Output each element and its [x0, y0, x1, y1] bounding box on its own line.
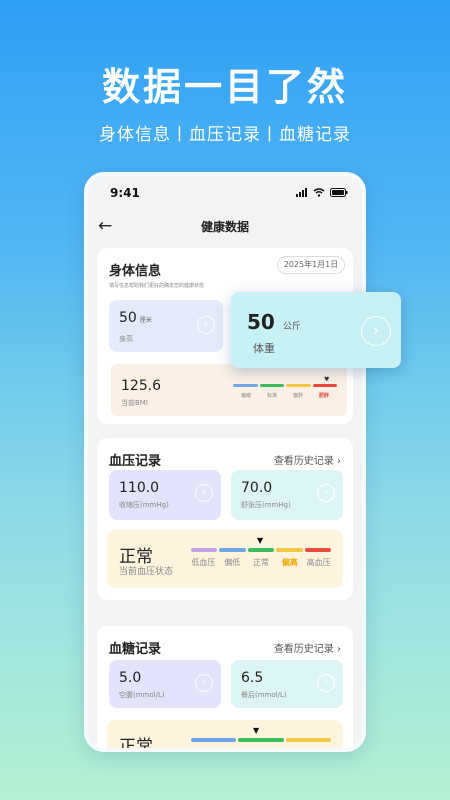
bp-status-label: 当前血压状态 — [119, 567, 174, 577]
scale-segment — [285, 738, 331, 742]
scale-label: 偏低 — [224, 558, 241, 567]
chevron-right-icon: › — [197, 316, 215, 334]
height-value-wrap: 50 厘米 — [119, 310, 152, 326]
scale-label: 标准 — [266, 393, 277, 399]
scale-label: 偏胖 — [292, 393, 303, 399]
weight-unit: 公斤 — [282, 322, 301, 332]
blood-pressure-card: 血压记录 查看历史记录 › 110.0 收缩压(mmHg) › 70.0 舒张压… — [97, 438, 353, 600]
body-info-title: 身体信息 — [109, 264, 162, 279]
blood-sugar-card: 血糖记录 查看历史记录 › 5.0 空腹(mmol/L) › 6.5 餐后(mm… — [97, 626, 353, 752]
height-label: 身高 — [119, 335, 133, 343]
scale-segment — [276, 548, 303, 552]
body-info-hint: 填写信息帮助我们更好的确定您的健康状态 — [109, 283, 205, 289]
scale-label: 肥胖 — [318, 393, 329, 399]
chevron-right-icon: › — [317, 484, 335, 502]
chevron-right-icon: › — [337, 456, 341, 467]
scale-label: 高血压 — [306, 558, 331, 567]
bs-history-label: 查看历史记录 — [273, 644, 334, 655]
bp-history-label: 查看历史记录 — [273, 456, 334, 467]
scale-segment — [191, 548, 218, 552]
diastolic-label: 舒张压(mmHg) — [241, 501, 291, 509]
weight-popup[interactable]: 50 公斤 体重 › — [231, 292, 401, 368]
weight-label: 体重 — [253, 342, 275, 355]
systolic-label: 收缩压(mmHg) — [119, 501, 169, 509]
diastolic-value: 70.0 — [241, 480, 273, 496]
bmi-label: 当前BMI — [121, 399, 148, 407]
bp-title: 血压记录 — [109, 454, 162, 469]
height-tile[interactable]: 50 厘米 身高 › — [109, 300, 223, 352]
scale-label: 偏瘦 — [240, 393, 251, 399]
scale-segment — [259, 384, 284, 387]
bp-scale-labels: 低血压 偏低 正常 偏高 高血压 — [189, 557, 333, 568]
systolic-value: 110.0 — [119, 480, 160, 496]
scale-segment — [219, 548, 246, 552]
scale-segment — [312, 384, 337, 387]
diastolic-tile[interactable]: 70.0 舒张压(mmHg) › — [231, 470, 343, 520]
bmi-scale-labels: 偏瘦 标准 偏胖 肥胖 — [233, 392, 337, 399]
postmeal-tile[interactable]: 6.5 餐后(mmol/L) › — [231, 660, 343, 708]
battery-icon — [330, 188, 348, 197]
nav-bar: ← 健康数据 — [88, 210, 362, 246]
bmi-scale-bar — [233, 384, 337, 387]
status-time: 9:41 — [110, 186, 140, 200]
bs-scale-bar — [191, 738, 331, 742]
scale-segment — [286, 384, 311, 387]
fasting-tile[interactable]: 5.0 空腹(mmol/L) › — [109, 660, 221, 708]
postmeal-value: 6.5 — [241, 670, 264, 686]
bp-status-box: 正常 当前血压状态 ▼ 低血压 偏低 正常 偏高 高血压 — [107, 530, 343, 588]
postmeal-label: 餐后(mmol/L) — [241, 691, 287, 699]
subline: 身体信息丨血压记录丨血糖记录 — [99, 125, 351, 145]
headline: 数据一目了然 — [101, 65, 348, 109]
page-title: 健康数据 — [200, 220, 249, 234]
chevron-right-icon: › — [361, 316, 391, 346]
bp-history-link[interactable]: 查看历史记录 › — [274, 452, 341, 467]
pointer-down-icon: ▼ — [253, 726, 260, 735]
status-bar: 9:41 — [88, 176, 362, 210]
height-value: 50 — [119, 310, 137, 326]
bmi-value: 125.6 — [121, 378, 162, 394]
pointer-down-icon: ▼ — [257, 536, 264, 545]
phone-frame: 9:41 ← 健康数据 身体信息 填写信息帮助我们更好的确定您的健康状态 202… — [84, 172, 366, 752]
status-icons — [296, 188, 348, 197]
chevron-right-icon: › — [195, 484, 213, 502]
bp-scale-bar — [191, 548, 332, 552]
date-picker[interactable]: 2025年1月1日 — [277, 256, 345, 274]
bs-title: 血糖记录 — [109, 642, 162, 657]
wifi-icon — [313, 188, 325, 197]
height-unit: 厘米 — [139, 317, 152, 324]
weight-value: 50 — [247, 310, 275, 334]
scale-label: 低血压 — [191, 558, 216, 567]
scale-segment — [247, 548, 275, 552]
bs-history-link[interactable]: 查看历史记录 › — [274, 640, 341, 655]
bmi-marker-icon: ♥ — [324, 376, 330, 383]
scale-label: 偏高 — [281, 558, 298, 567]
chevron-right-icon: › — [317, 674, 335, 692]
bs-status-box: 正常 ▼ — [107, 720, 343, 752]
signal-icon — [296, 188, 307, 197]
scale-segment — [233, 384, 258, 387]
scale-label: 正常 — [252, 558, 269, 567]
chevron-right-icon: › — [337, 644, 341, 655]
scale-segment — [191, 738, 237, 742]
fasting-label: 空腹(mmol/L) — [119, 691, 165, 699]
systolic-tile[interactable]: 110.0 收缩压(mmHg) › — [109, 470, 221, 520]
fasting-value: 5.0 — [119, 670, 142, 686]
bmi-box: 125.6 当前BMI ♥ 偏瘦 标准 偏胖 肥胖 — [111, 364, 347, 416]
chevron-right-icon: › — [195, 674, 213, 692]
weight-value-wrap: 50 公斤 — [247, 310, 301, 334]
scale-segment — [238, 738, 284, 742]
bs-status-value: 正常 — [119, 737, 153, 752]
scale-segment — [304, 548, 332, 552]
